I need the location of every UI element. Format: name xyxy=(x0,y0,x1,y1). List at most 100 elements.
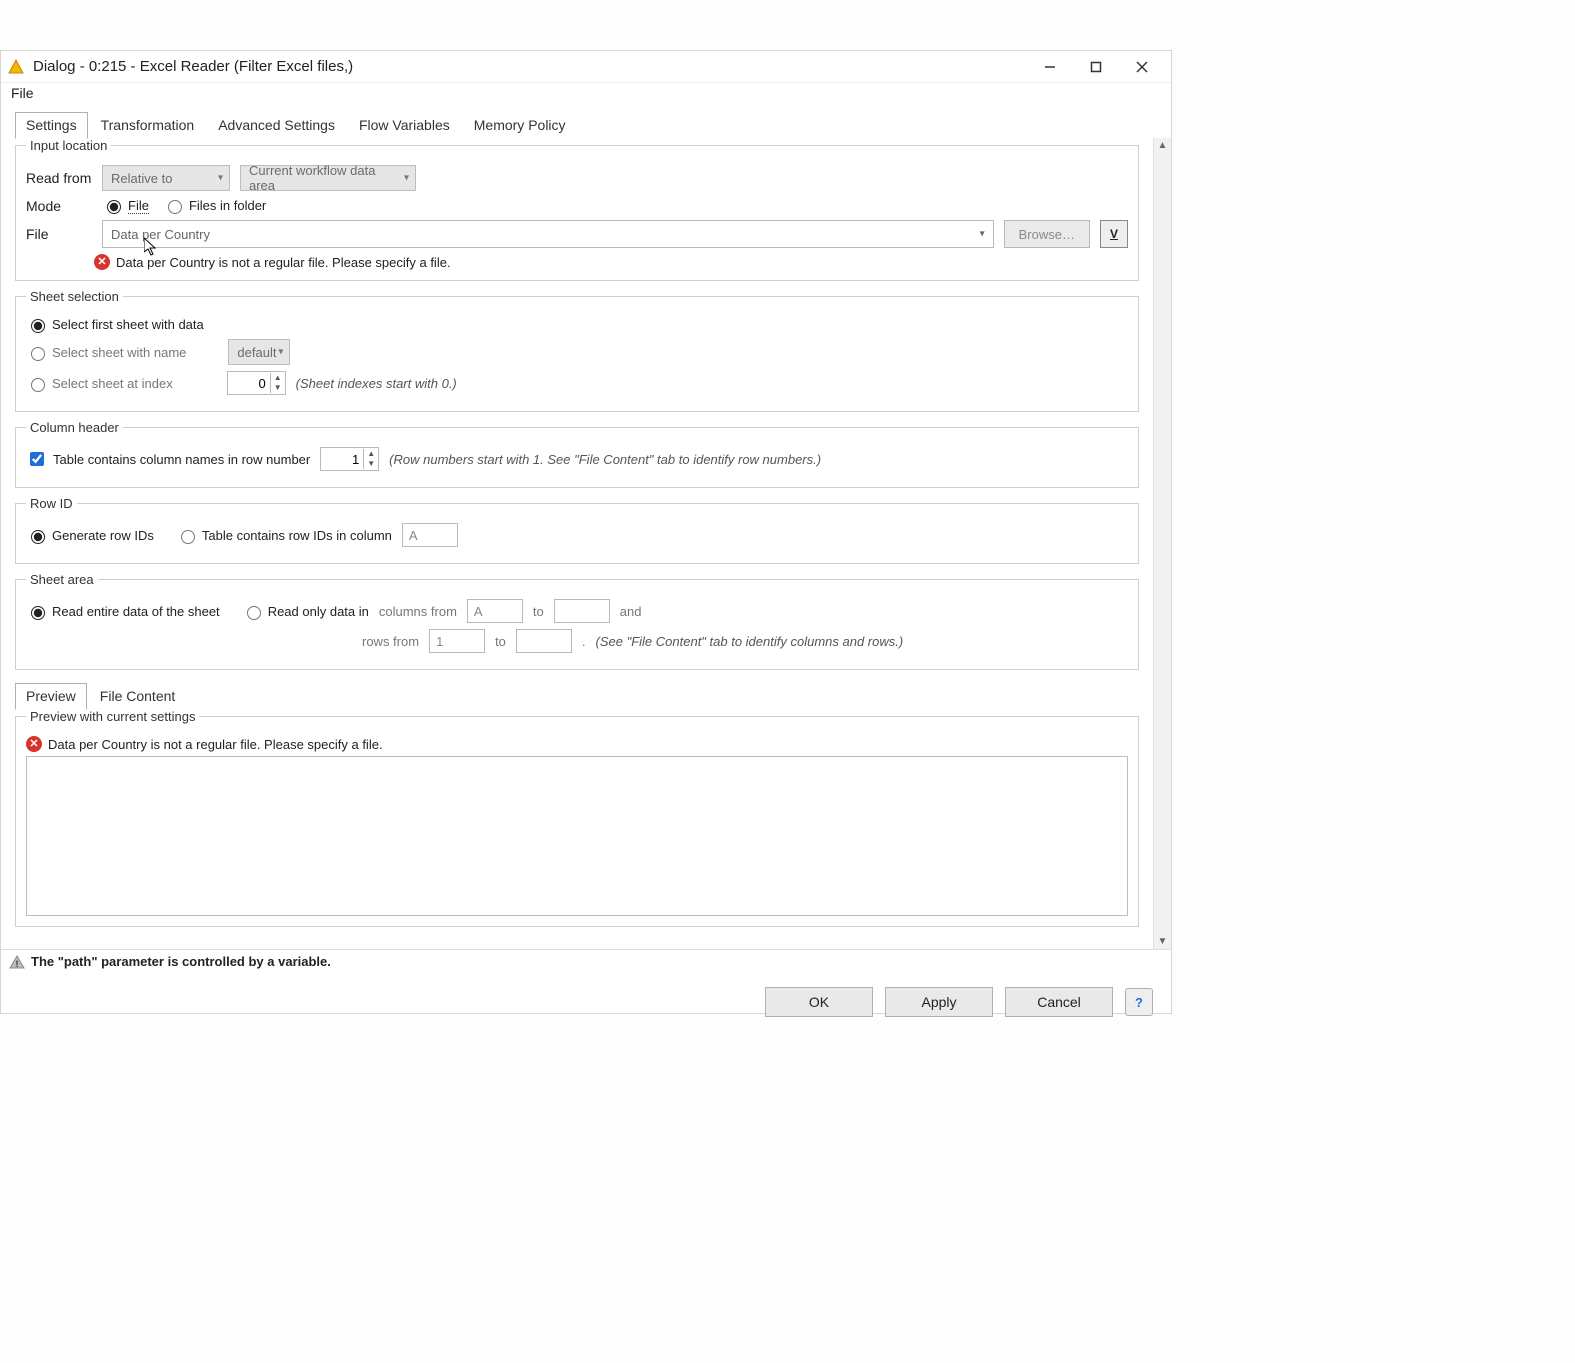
vertical-scrollbar[interactable]: ▲ ▼ xyxy=(1153,138,1171,949)
chevron-down-icon: ▾ xyxy=(404,173,409,184)
maximize-button[interactable] xyxy=(1073,51,1119,83)
spinner-header-row[interactable]: ▲▼ xyxy=(320,447,379,471)
combo-scope[interactable]: Current workflow data area ▾ xyxy=(240,165,416,191)
radio-mode-file-label: File xyxy=(128,198,149,214)
spinner-down-icon[interactable]: ▼ xyxy=(271,383,285,393)
svg-text:!: ! xyxy=(16,959,19,969)
legend-column-header: Column header xyxy=(26,420,123,435)
combo-sheet-name[interactable]: default ▾ xyxy=(228,339,290,365)
spinner-up-icon[interactable]: ▲ xyxy=(271,373,285,383)
cancel-button[interactable]: Cancel xyxy=(1005,987,1113,1017)
legend-input-location: Input location xyxy=(26,138,111,153)
radio-generate-rowids[interactable]: Generate row IDs xyxy=(26,527,154,544)
radio-mode-folder[interactable]: Files in folder xyxy=(163,197,266,214)
radio-sheet-index-label: Select sheet at index xyxy=(52,376,173,391)
help-icon: ? xyxy=(1135,995,1143,1010)
label-and: and xyxy=(620,604,642,619)
menubar: File xyxy=(1,83,1171,103)
label-to-2: to xyxy=(495,634,506,649)
titlebar[interactable]: Dialog - 0:215 - Excel Reader (Filter Ex… xyxy=(1,51,1171,83)
checkbox-col-header-input[interactable] xyxy=(30,452,44,466)
spinner-sheet-index[interactable]: ▲▼ xyxy=(227,371,286,395)
flow-variable-button[interactable]: V xyxy=(1100,220,1128,248)
status-text: The "path" parameter is controlled by a … xyxy=(31,954,331,969)
input-col-from[interactable] xyxy=(467,599,523,623)
label-file: File xyxy=(26,226,92,242)
chevron-down-icon: ▾ xyxy=(980,229,985,240)
tab-memory-policy[interactable]: Memory Policy xyxy=(463,112,577,138)
label-mode: Mode xyxy=(26,198,92,214)
label-rows-from: rows from xyxy=(362,634,419,649)
window-title: Dialog - 0:215 - Excel Reader (Filter Ex… xyxy=(33,58,1027,75)
warning-icon: ! xyxy=(9,955,25,969)
radio-mode-folder-input[interactable] xyxy=(168,200,182,214)
browse-button[interactable]: Browse… xyxy=(1004,220,1090,248)
file-error-text: Data per Country is not a regular file. … xyxy=(116,255,451,270)
tab-preview[interactable]: Preview xyxy=(15,683,87,710)
radio-read-only-input[interactable] xyxy=(247,606,261,620)
radio-sheet-index[interactable]: Select sheet at index xyxy=(26,375,173,392)
group-preview: Preview with current settings ✕ Data per… xyxy=(15,709,1139,927)
radio-generate-rowids-label: Generate row IDs xyxy=(52,528,154,543)
hint-sheet-area: (See "File Content" tab to identify colu… xyxy=(596,634,904,649)
radio-generate-rowids-input[interactable] xyxy=(31,530,45,544)
tab-transformation[interactable]: Transformation xyxy=(90,112,206,138)
radio-sheet-name-input[interactable] xyxy=(31,347,45,361)
ok-button[interactable]: OK xyxy=(765,987,873,1017)
chevron-down-icon: ▾ xyxy=(218,173,223,184)
preview-table xyxy=(26,756,1128,916)
group-input-location: Input location Read from Relative to ▾ C… xyxy=(15,138,1139,281)
file-path-combo[interactable]: Data per Country ▾ xyxy=(102,220,994,248)
radio-first-sheet[interactable]: Select first sheet with data xyxy=(26,316,204,333)
legend-preview: Preview with current settings xyxy=(26,709,199,724)
tab-flow-variables[interactable]: Flow Variables xyxy=(348,112,461,138)
minimize-button[interactable] xyxy=(1027,51,1073,83)
spinner-down-icon[interactable]: ▼ xyxy=(364,459,378,469)
radio-first-sheet-input[interactable] xyxy=(31,319,45,333)
radio-rowids-column-label: Table contains row IDs in column xyxy=(202,528,392,543)
group-sheet-area: Sheet area Read entire data of the sheet… xyxy=(15,572,1139,670)
apply-button[interactable]: Apply xyxy=(885,987,993,1017)
input-col-to[interactable] xyxy=(554,599,610,623)
scroll-down-icon[interactable]: ▼ xyxy=(1156,934,1170,949)
radio-sheet-name-label: Select sheet with name xyxy=(52,345,186,360)
combo-read-from[interactable]: Relative to ▾ xyxy=(102,165,230,191)
radio-read-only-label: Read only data in xyxy=(268,604,369,619)
preview-tabbar: Preview File Content xyxy=(15,678,1139,709)
menu-file[interactable]: File xyxy=(11,85,34,101)
radio-sheet-name[interactable]: Select sheet with name xyxy=(26,344,186,361)
settings-panel: Input location Read from Relative to ▾ C… xyxy=(1,138,1153,949)
input-row-to[interactable] xyxy=(516,629,572,653)
radio-mode-file[interactable]: File xyxy=(102,197,149,214)
dialog-footer: OK Apply Cancel ? xyxy=(1,973,1171,1031)
error-icon: ✕ xyxy=(94,254,110,270)
radio-rowids-column-input[interactable] xyxy=(181,530,195,544)
group-row-id: Row ID Generate row IDs Table contains r… xyxy=(15,496,1139,564)
radio-read-entire[interactable]: Read entire data of the sheet xyxy=(26,603,220,620)
spinner-sheet-index-value[interactable] xyxy=(228,372,270,394)
radio-read-entire-input[interactable] xyxy=(31,606,45,620)
error-icon: ✕ xyxy=(26,736,42,752)
label-dot: . xyxy=(582,634,586,649)
radio-sheet-index-input[interactable] xyxy=(31,378,45,392)
radio-mode-file-input[interactable] xyxy=(107,200,121,214)
input-row-from[interactable] xyxy=(429,629,485,653)
tab-advanced-settings[interactable]: Advanced Settings xyxy=(207,112,346,138)
main-tabbar: Settings Transformation Advanced Setting… xyxy=(1,103,1171,138)
input-rowid-column[interactable] xyxy=(402,523,458,547)
label-to-1: to xyxy=(533,604,544,619)
spinner-header-row-value[interactable] xyxy=(321,448,363,470)
help-button[interactable]: ? xyxy=(1125,988,1153,1016)
radio-read-only[interactable]: Read only data in xyxy=(242,603,369,620)
app-icon xyxy=(7,58,25,76)
radio-rowids-column[interactable]: Table contains row IDs in column xyxy=(176,527,392,544)
chevron-down-icon: ▾ xyxy=(278,347,283,358)
tab-file-content[interactable]: File Content xyxy=(89,683,186,709)
spinner-up-icon[interactable]: ▲ xyxy=(364,449,378,459)
checkbox-col-header[interactable]: Table contains column names in row numbe… xyxy=(26,449,310,469)
combo-scope-value: Current workflow data area xyxy=(249,163,395,193)
close-button[interactable] xyxy=(1119,51,1165,83)
scroll-up-icon[interactable]: ▲ xyxy=(1156,138,1170,153)
legend-sheet-area: Sheet area xyxy=(26,572,98,587)
tab-settings[interactable]: Settings xyxy=(15,112,88,139)
